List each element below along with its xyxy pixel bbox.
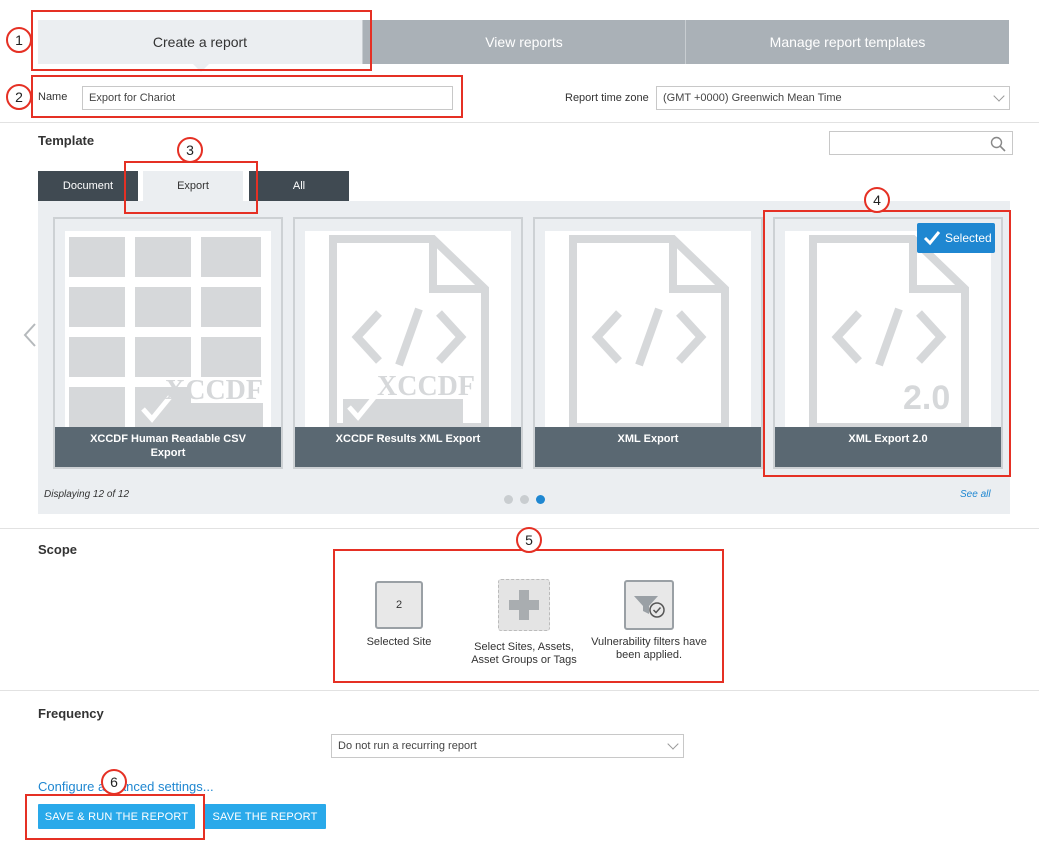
annotation-number: 3 bbox=[177, 137, 203, 163]
annotation-number: 5 bbox=[516, 527, 542, 553]
template-card-caption: XCCDF Results XML Export bbox=[295, 427, 521, 467]
frequency-title: Frequency bbox=[38, 706, 104, 721]
chevron-down-icon bbox=[667, 738, 679, 750]
chevron-left-icon[interactable] bbox=[22, 322, 38, 348]
template-tab-document[interactable]: Document bbox=[38, 171, 138, 201]
template-search-input[interactable] bbox=[829, 131, 1013, 155]
template-card-xccdf-csv[interactable]: XCCDF XCCDF Human Readable CSV Export bbox=[53, 217, 283, 469]
carousel-dot[interactable] bbox=[520, 495, 529, 504]
tab-view-reports[interactable]: View reports bbox=[362, 20, 685, 64]
watermark-text: XCCDF bbox=[165, 375, 263, 406]
timezone-select[interactable]: (GMT +0000) Greenwich Mean Time bbox=[656, 86, 1010, 110]
template-card-caption: XCCDF Human Readable CSV Export bbox=[55, 427, 281, 467]
annotation-number: 4 bbox=[864, 187, 890, 213]
annotation-box bbox=[25, 794, 205, 840]
search-icon bbox=[990, 136, 1006, 152]
xml-document-icon bbox=[569, 235, 729, 427]
annotation-box bbox=[333, 549, 724, 683]
template-card-xccdf-xml[interactable]: XCCDF XCCDF Results XML Export bbox=[293, 217, 523, 469]
annotation-box bbox=[31, 75, 463, 118]
timezone-label: Report time zone bbox=[565, 92, 649, 104]
template-thumbnail: XCCDF bbox=[65, 231, 271, 427]
watermark-text: XCCDF bbox=[377, 371, 475, 402]
frequency-select[interactable]: Do not run a recurring report bbox=[331, 734, 684, 758]
chevron-down-icon bbox=[993, 90, 1005, 102]
scope-title: Scope bbox=[38, 542, 78, 557]
template-title: Template bbox=[38, 133, 95, 148]
annotation-number: 1 bbox=[6, 27, 32, 53]
divider bbox=[0, 122, 1039, 123]
template-tab-all[interactable]: All bbox=[249, 171, 349, 201]
template-card-caption: XML Export bbox=[535, 427, 761, 467]
displaying-count: Displaying 12 of 12 bbox=[44, 489, 130, 500]
tab-manage-templates[interactable]: Manage report templates bbox=[685, 20, 1009, 64]
save-button[interactable]: SAVE THE REPORT bbox=[204, 804, 326, 829]
frequency-value: Do not run a recurring report bbox=[338, 740, 477, 752]
annotation-box bbox=[31, 10, 372, 71]
template-card-xml-export[interactable]: XML Export bbox=[533, 217, 763, 469]
annotation-box bbox=[763, 210, 1011, 477]
see-all-link[interactable]: See all bbox=[960, 489, 991, 500]
annotation-box bbox=[124, 161, 258, 214]
annotation-number: 6 bbox=[101, 769, 127, 795]
template-thumbnail bbox=[545, 231, 751, 427]
carousel-dot[interactable] bbox=[504, 495, 513, 504]
annotation-number: 2 bbox=[6, 84, 32, 110]
template-thumbnail: XCCDF bbox=[305, 231, 511, 427]
divider bbox=[0, 690, 1039, 691]
timezone-value: (GMT +0000) Greenwich Mean Time bbox=[663, 92, 842, 104]
divider bbox=[0, 528, 1039, 529]
carousel-dot-active[interactable] bbox=[536, 495, 545, 504]
